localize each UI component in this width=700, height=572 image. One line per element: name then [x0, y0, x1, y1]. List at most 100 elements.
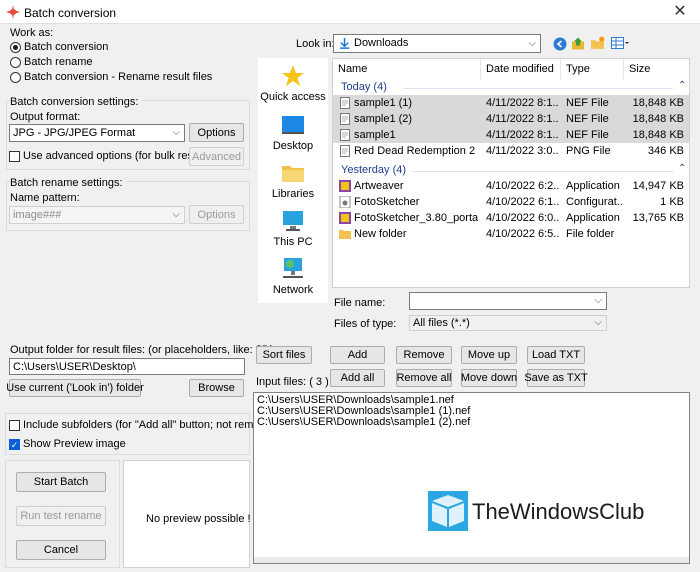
folder-icon	[339, 228, 351, 245]
file-name-label: File name:	[334, 297, 386, 309]
checkbox-label: Show Preview image	[23, 438, 126, 450]
output-format-label: Output format:	[10, 111, 81, 123]
save-as-txt-button[interactable]: Save as TXT	[524, 369, 588, 387]
column-header-size[interactable]: Size	[624, 59, 689, 79]
rename-options-button[interactable]: Options	[189, 205, 244, 224]
output-folder-input[interactable]: C:\Users\USER\Desktop\	[9, 358, 245, 375]
run-test-rename-button[interactable]: Run test rename	[16, 506, 106, 526]
radio-icon	[10, 42, 21, 53]
move-down-button[interactable]: Move down	[461, 369, 517, 387]
file-date: 4/11/2022 8:1...	[486, 129, 559, 141]
column-header-name[interactable]: Name	[333, 59, 481, 79]
file-date: 4/11/2022 8:1...	[486, 97, 559, 109]
chevron-down-icon: ⌵	[528, 38, 536, 49]
file-date: 4/10/2022 6:1...	[486, 196, 559, 208]
place-desktop[interactable]: Desktop	[258, 113, 328, 152]
cancel-button[interactable]: Cancel	[16, 540, 106, 560]
file-name: Red Dead Redemption 2 no...	[354, 145, 478, 157]
group-label: Yesterday (4)	[341, 164, 407, 176]
file-type: File folder	[566, 228, 615, 240]
work-as-label: Work as:	[10, 27, 54, 39]
look-in-select[interactable]: Downloads ⌵	[333, 34, 541, 53]
file-size: 1 KB	[660, 196, 684, 208]
file-row[interactable]: Red Dead Redemption 2 no... 4/11/2022 3:0…	[333, 143, 689, 159]
file-row[interactable]: sample1 (1) 4/11/2022 8:1... NEF File 18,84…	[333, 95, 689, 111]
add-all-button[interactable]: Add all	[330, 369, 385, 387]
file-type: NEF File	[566, 129, 609, 141]
file-row[interactable]: FotoSketcher_3.80_portable... 4/10/2022 6…	[333, 210, 689, 226]
include-subfolders-checkbox[interactable]: Include subfolders (for "Add all" button…	[9, 419, 300, 433]
input-files-label: Input files: ( 3 )	[256, 376, 329, 388]
radio-icon	[10, 57, 21, 68]
back-icon[interactable]	[553, 37, 567, 51]
file-name: Artweaver	[354, 180, 404, 192]
radio-batch-rename[interactable]: Batch rename	[10, 56, 210, 70]
radio-batch-conversion[interactable]: Batch conversion	[10, 41, 210, 55]
file-row[interactable]: Artweaver 4/10/2022 6:2... Application 14,9…	[333, 178, 689, 194]
window-title: Batch conversion	[24, 6, 117, 20]
start-batch-button[interactable]: Start Batch	[16, 472, 106, 492]
input-files-list[interactable]: C:\Users\USER\Downloads\sample1.nef C:\U…	[253, 392, 690, 564]
app-logo-icon	[6, 5, 20, 19]
watermark: TheWindowsClub	[428, 491, 658, 531]
new-folder-icon[interactable]	[590, 36, 605, 51]
radio-label: Batch conversion	[24, 41, 109, 53]
advanced-button[interactable]: Advanced	[189, 147, 244, 166]
file-list[interactable]: Name Date modified Type Size ⌃ Today (4)…	[332, 58, 690, 288]
file-type: NEF File	[566, 113, 609, 125]
collapse-icon[interactable]: ⌃	[678, 80, 686, 91]
look-in-value: Downloads	[354, 37, 409, 49]
file-row[interactable]: New folder 4/10/2022 6:5... File folder	[333, 226, 689, 245]
output-format-select[interactable]: JPG - JPG/JPEG Format ⌵	[9, 124, 185, 142]
desktop-icon	[282, 116, 304, 134]
download-arrow-icon	[339, 38, 350, 49]
horizontal-scrollbar[interactable]	[254, 557, 689, 563]
place-this-pc[interactable]: This PC	[258, 209, 328, 248]
browse-button[interactable]: Browse	[189, 379, 244, 397]
group-header-yesterday[interactable]: Yesterday (4) ⌃	[333, 162, 689, 178]
file-row[interactable]: sample1 4/11/2022 8:1... NEF File 18,848 KB	[333, 127, 689, 143]
title-bar: Batch conversion ✕	[0, 0, 700, 24]
chevron-down-icon: ⌵	[172, 127, 180, 138]
up-folder-icon[interactable]	[571, 36, 585, 51]
place-network[interactable]: Network	[258, 257, 328, 296]
group-header-today[interactable]: Today (4) ⌃	[333, 79, 689, 95]
view-menu-icon[interactable]	[610, 37, 630, 51]
close-button[interactable]: ✕	[660, 0, 700, 24]
place-label: Quick access	[260, 91, 326, 103]
collapse-icon[interactable]: ⌃	[678, 163, 686, 174]
conversion-options-button[interactable]: Options	[189, 123, 244, 142]
file-row[interactable]: sample1 (2) 4/11/2022 8:1... NEF File 18,84…	[333, 111, 689, 127]
file-name-input[interactable]: ⌵	[409, 292, 607, 310]
sort-files-button[interactable]: Sort files	[256, 346, 312, 364]
column-header-type[interactable]: Type	[561, 59, 624, 79]
move-up-button[interactable]: Move up	[461, 346, 517, 364]
add-button[interactable]: Add	[330, 346, 385, 364]
remove-button[interactable]: Remove	[396, 346, 452, 364]
star-icon	[282, 65, 304, 86]
radio-convert-and-rename[interactable]: Batch conversion - Rename result files	[10, 71, 246, 85]
look-in-label: Look in:	[296, 38, 335, 50]
use-current-folder-button[interactable]: Use current ('Look in') folder	[6, 379, 144, 397]
name-pattern-select[interactable]: image### ⌵	[9, 206, 185, 224]
rename-settings-label: Batch rename settings:	[10, 177, 126, 189]
remove-all-button[interactable]: Remove all	[396, 369, 452, 387]
places-bar: Quick access Desktop Libraries This PC N…	[258, 58, 328, 303]
files-of-type-select[interactable]: All files (*.*) ⌵	[409, 315, 607, 331]
file-row[interactable]: FotoSketcher 4/10/2022 6:1... Configurat..…	[333, 194, 689, 210]
input-file-item[interactable]: C:\Users\USER\Downloads\sample1 (2).nef	[257, 416, 470, 428]
place-libraries[interactable]: Libraries	[258, 161, 328, 200]
chevron-down-icon: ⌵	[172, 209, 180, 220]
file-size: 18,848 KB	[632, 97, 684, 109]
file-size: 13,765 KB	[632, 212, 684, 224]
file-type: Configurat...	[566, 196, 622, 208]
libraries-folder-icon	[282, 166, 304, 182]
advanced-options-checkbox[interactable]: Use advanced options (for bulk resize...…	[9, 150, 220, 164]
place-quick-access[interactable]: Quick access	[258, 64, 328, 103]
show-preview-checkbox[interactable]: ✓ Show Preview image	[9, 438, 149, 452]
place-label: Libraries	[271, 188, 315, 200]
windows-logo-icon	[428, 491, 468, 531]
file-date: 4/11/2022 3:0...	[486, 145, 559, 157]
file-type: NEF File	[566, 97, 609, 109]
load-txt-button[interactable]: Load TXT	[527, 346, 585, 364]
